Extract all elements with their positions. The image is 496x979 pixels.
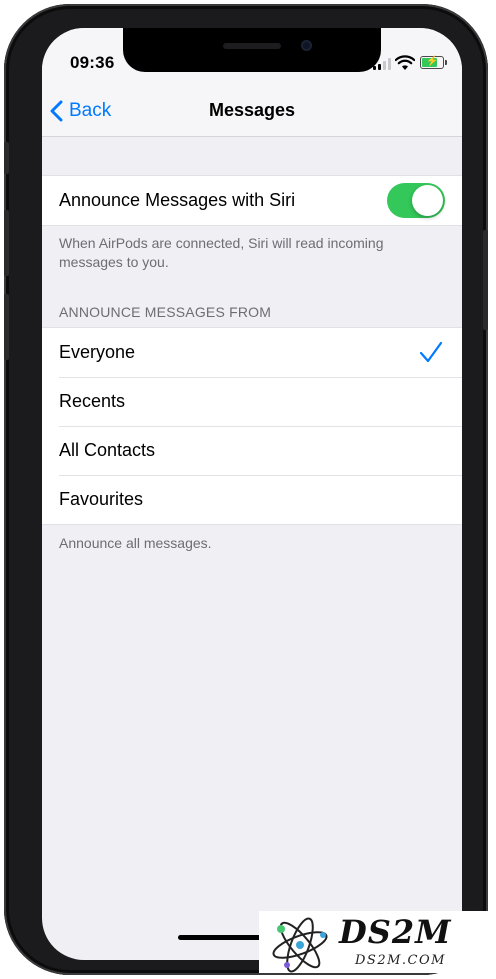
option-label: Favourites <box>59 489 144 509</box>
option-label: Recents <box>59 391 126 411</box>
announce-messages-toggle[interactable] <box>387 183 445 218</box>
watermark-logo: DS2M DS2M.COM <box>259 911 490 973</box>
notch <box>123 28 381 72</box>
volume-down-button <box>4 294 9 360</box>
announce-toggle-row: Announce Messages with Siri <box>42 176 462 225</box>
option-everyone[interactable]: Everyone <box>42 328 462 377</box>
option-favourites[interactable]: Favourites <box>42 475 462 524</box>
mute-switch <box>4 142 9 174</box>
watermark-brand: DS2M <box>339 913 452 951</box>
announce-from-footer: Announce all messages. <box>59 535 212 551</box>
volume-up-button <box>4 210 9 276</box>
option-all-contacts[interactable]: All Contacts <box>42 426 462 475</box>
option-label: All Contacts <box>59 440 156 460</box>
phone-frame: 09:36 ⚡ Back Messages Announce Messages … <box>4 4 488 975</box>
page-title: Messages <box>208 100 296 120</box>
speaker-grille <box>223 43 281 49</box>
announce-from-group: Everyone Recents All Contacts Favourites <box>42 327 462 525</box>
announce-from-header: ANNOUNCE MESSAGES FROM <box>59 304 272 320</box>
toggle-knob <box>412 185 443 216</box>
navigation-bar: Back Messages <box>42 72 462 137</box>
watermark-domain: DS2M.COM <box>355 953 446 968</box>
announce-toggle-footer: When AirPods are connected, Siri will re… <box>59 235 384 270</box>
announce-toggle-label: Announce Messages with Siri <box>59 190 296 210</box>
checkmark-icon <box>419 341 443 363</box>
front-camera <box>301 40 312 51</box>
option-recents[interactable]: Recents <box>42 377 462 426</box>
screen: 09:36 ⚡ Back Messages Announce Messages … <box>42 28 462 960</box>
announce-toggle-group: Announce Messages with Siri <box>42 175 462 226</box>
battery-charging-icon: ⚡ <box>420 56 447 69</box>
status-time: 09:36 <box>70 53 115 72</box>
wifi-icon <box>395 55 415 70</box>
side-button <box>483 230 488 330</box>
option-label: Everyone <box>59 342 136 362</box>
atom-logo-icon <box>272 917 328 973</box>
